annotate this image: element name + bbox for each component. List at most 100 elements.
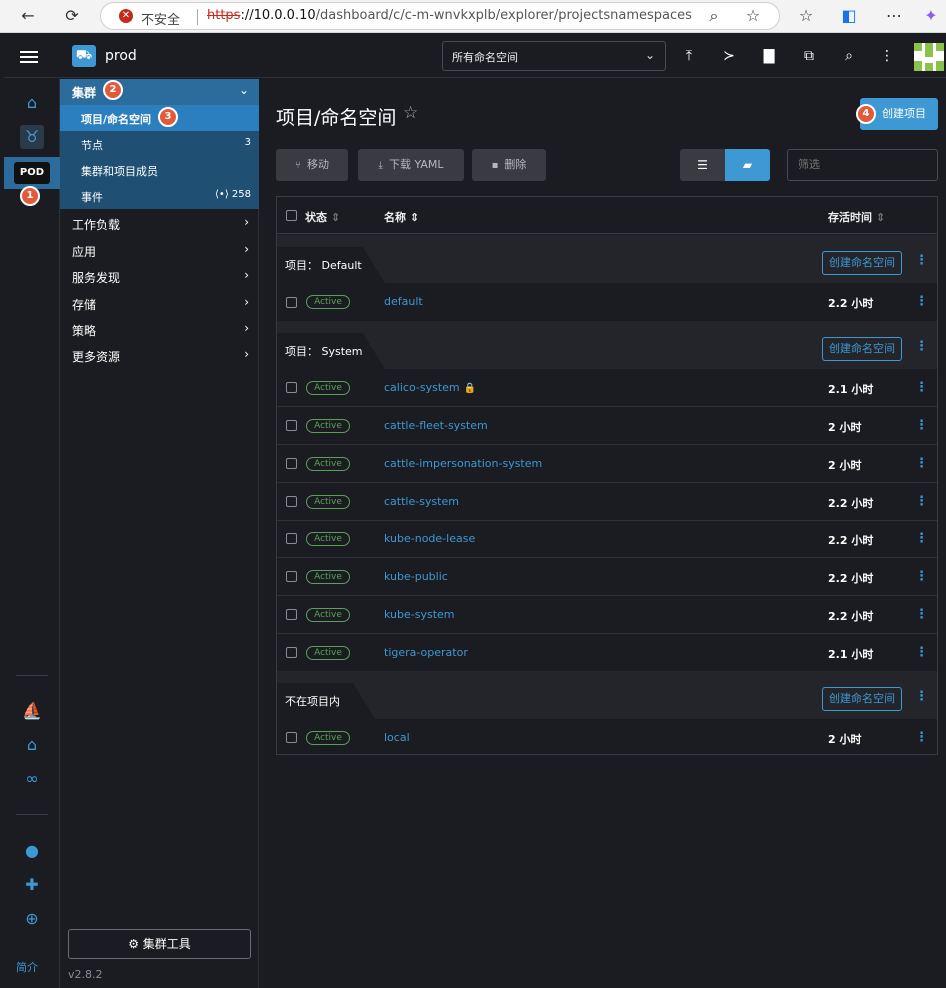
nav-group-apps[interactable]: 应用 › bbox=[60, 237, 259, 263]
table-row[interactable]: Active kube-public 2.2 小时 ⋮ bbox=[277, 558, 937, 596]
select-all-checkbox[interactable] bbox=[286, 210, 297, 221]
row-checkbox[interactable] bbox=[286, 609, 297, 620]
fleet-sailboat-icon[interactable]: ⛵ bbox=[20, 699, 44, 723]
group-view-toggle[interactable]: ▰ bbox=[725, 149, 770, 181]
row-checkbox[interactable] bbox=[286, 571, 297, 582]
nav-group-workloads[interactable]: 工作负载 › bbox=[60, 210, 259, 236]
table-row[interactable]: Active cattle-impersonation-system 2 小时 … bbox=[277, 445, 937, 483]
more-vertical-icon[interactable]: ⋮ bbox=[915, 607, 928, 622]
filter-input[interactable] bbox=[787, 149, 938, 181]
namespace-name: calico-system bbox=[384, 381, 460, 394]
nav-item-members[interactable]: 集群和项目成员 bbox=[60, 157, 259, 183]
namespace-link[interactable]: default bbox=[384, 295, 423, 308]
local-cluster-icon[interactable]: ♉ bbox=[20, 125, 44, 149]
more-vertical-icon[interactable]: ⋮ bbox=[876, 45, 898, 67]
name-column-header[interactable]: 名称 ⇕ bbox=[384, 209, 419, 225]
copy-kubeconfig-icon[interactable]: ⧉ bbox=[798, 45, 820, 67]
namespace-link[interactable]: kube-system bbox=[384, 608, 455, 621]
virtualization-icon[interactable]: ∞ bbox=[20, 767, 44, 791]
row-checkbox[interactable] bbox=[286, 533, 297, 544]
row-checkbox[interactable] bbox=[286, 297, 297, 308]
more-vertical-icon[interactable]: ⋮ bbox=[915, 689, 928, 704]
namespace-link[interactable]: cattle-impersonation-system bbox=[384, 457, 542, 470]
more-vertical-icon[interactable]: ⋮ bbox=[915, 730, 928, 745]
global-settings-icon[interactable]: ⊕ bbox=[20, 907, 44, 931]
more-vertical-icon[interactable]: ⋮ bbox=[915, 418, 928, 433]
nav-group-storage[interactable]: 存储 › bbox=[60, 290, 259, 316]
extensions-puzzle-icon[interactable]: ✚ bbox=[20, 873, 44, 897]
namespace-link[interactable]: cattle-system bbox=[384, 495, 459, 508]
namespace-select[interactable]: 所有命名空间 ⌄ bbox=[442, 41, 666, 71]
kubectl-shell-icon[interactable]: ≻ bbox=[718, 45, 740, 67]
nav-item-events[interactable]: 事件 ⟨•⟩ 258 bbox=[60, 183, 259, 209]
nav-item-nodes[interactable]: 节点 3 bbox=[60, 131, 259, 157]
state-column-header[interactable]: 状态 ⇕ bbox=[305, 209, 340, 225]
table-row[interactable]: Active tigera-operator 2.1 小时 ⋮ bbox=[277, 634, 937, 672]
collections-icon[interactable]: ◧ bbox=[838, 5, 860, 27]
apps-marketplace-icon[interactable]: ⌂ bbox=[20, 733, 44, 757]
create-namespace-button[interactable]: 创建命名空间 bbox=[822, 251, 902, 275]
table-row[interactable]: Active cattle-system 2.2 小时 ⋮ bbox=[277, 483, 937, 521]
list-view-toggle[interactable]: ☰ bbox=[680, 149, 725, 181]
table-row[interactable]: Active cattle-fleet-system 2 小时 ⋮ bbox=[277, 407, 937, 445]
import-yaml-icon[interactable]: ⤒ bbox=[678, 45, 700, 67]
row-checkbox[interactable] bbox=[286, 382, 297, 393]
namespace-link[interactable]: tigera-operator bbox=[384, 646, 468, 659]
favorite-star-icon[interactable]: ☆ bbox=[403, 103, 418, 123]
more-vertical-icon[interactable]: ⋮ bbox=[915, 294, 928, 309]
nav-group-service-discovery[interactable]: 服务发现 › bbox=[60, 263, 259, 289]
table-row[interactable]: Active kube-system 2.2 小时 ⋮ bbox=[277, 596, 937, 634]
create-namespace-button[interactable]: 创建命名空间 bbox=[822, 337, 902, 361]
favorites-icon[interactable]: ☆ bbox=[795, 5, 817, 27]
table-row[interactable]: Active local 2 小时 ⋮ bbox=[277, 719, 937, 757]
more-vertical-icon[interactable]: ⋮ bbox=[915, 339, 928, 354]
namespace-link[interactable]: local bbox=[384, 731, 410, 744]
table-row[interactable]: Active default 2.2 小时 ⋮ bbox=[277, 283, 937, 323]
copilot-icon[interactable]: ✦ bbox=[920, 5, 942, 27]
chevron-right-icon: › bbox=[244, 321, 249, 335]
favorite-star-icon[interactable]: ☆ bbox=[742, 5, 764, 27]
row-checkbox[interactable] bbox=[286, 647, 297, 658]
more-vertical-icon[interactable]: ⋮ bbox=[915, 456, 928, 471]
delete-button[interactable]: ▪ 删除 bbox=[472, 149, 546, 181]
more-vertical-icon[interactable]: ⋮ bbox=[915, 531, 928, 546]
more-vertical-icon[interactable]: ⋮ bbox=[915, 494, 928, 509]
more-vertical-icon[interactable]: ⋮ bbox=[915, 253, 928, 268]
hamburger-menu-icon[interactable] bbox=[20, 48, 38, 66]
reload-icon[interactable]: ⟳ bbox=[61, 5, 83, 27]
table-row[interactable]: Active kube-node-lease 2.2 小时 ⋮ bbox=[277, 520, 937, 558]
home-icon[interactable]: ⌂ bbox=[20, 91, 44, 115]
download-yaml-button[interactable]: ⤓ 下载 YAML bbox=[358, 149, 464, 181]
download-kubeconfig-icon[interactable]: ▇ bbox=[758, 45, 780, 67]
search-icon[interactable]: ⌕ bbox=[838, 45, 860, 67]
avatar[interactable] bbox=[914, 43, 944, 71]
create-namespace-button[interactable]: 创建命名空间 bbox=[822, 687, 902, 711]
nav-item-count-value: 258 bbox=[231, 189, 251, 200]
about-link[interactable]: 简介 bbox=[16, 959, 38, 975]
more-vertical-icon[interactable]: ⋮ bbox=[915, 645, 928, 660]
more-icon[interactable]: ⋯ bbox=[883, 5, 905, 27]
row-checkbox[interactable] bbox=[286, 732, 297, 743]
prod-cluster-badge[interactable]: POD bbox=[14, 162, 50, 184]
cluster-tools-button[interactable]: ⚙ 集群工具 bbox=[68, 929, 251, 959]
more-vertical-icon[interactable]: ⋮ bbox=[915, 569, 928, 584]
age-column-header[interactable]: 存活时间 ⇕ bbox=[828, 209, 885, 225]
zoom-icon[interactable]: ⌕ bbox=[703, 5, 725, 27]
more-vertical-icon[interactable]: ⋮ bbox=[915, 380, 928, 395]
namespace-link[interactable]: kube-public bbox=[384, 570, 448, 583]
address-bar[interactable]: ✕ 不安全 https://10.0.0.10/dashboard/c/c-m-… bbox=[100, 2, 780, 30]
nav-group-cluster[interactable]: 集群 ⌄ bbox=[60, 79, 259, 105]
row-checkbox[interactable] bbox=[286, 420, 297, 431]
table-row[interactable]: Active calico-system 🔒 2.1 小时 ⋮ bbox=[277, 369, 937, 407]
move-button[interactable]: ⑂ 移动 bbox=[276, 149, 348, 181]
back-icon[interactable]: ← bbox=[17, 5, 39, 27]
namespace-link[interactable]: cattle-fleet-system bbox=[384, 419, 488, 432]
row-checkbox[interactable] bbox=[286, 496, 297, 507]
namespace-link[interactable]: calico-system 🔒 bbox=[384, 381, 476, 394]
users-icon[interactable]: ● bbox=[20, 839, 44, 863]
nav-group-policy[interactable]: 策略 › bbox=[60, 316, 259, 342]
namespace-link[interactable]: kube-node-lease bbox=[384, 532, 475, 545]
nav-group-more-resources[interactable]: 更多资源 › bbox=[60, 342, 259, 368]
group-tab: 项目： System bbox=[277, 333, 385, 369]
row-checkbox[interactable] bbox=[286, 458, 297, 469]
